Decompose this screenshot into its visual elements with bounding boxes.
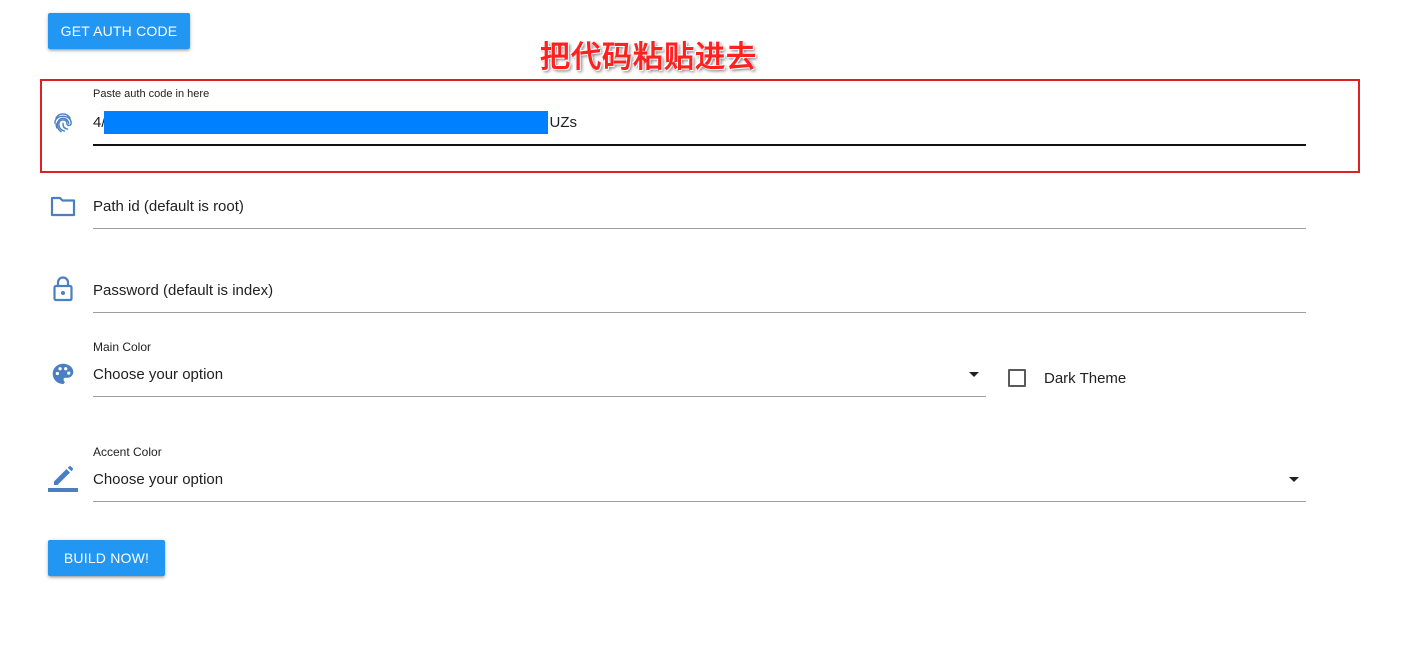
- pencil-icon: [48, 463, 78, 493]
- lock-icon: [48, 274, 78, 304]
- password-input[interactable]: Password (default is index): [93, 282, 273, 299]
- auth-code-label: Paste auth code in here: [93, 88, 210, 100]
- fingerprint-icon: [48, 108, 78, 138]
- dark-theme-label[interactable]: Dark Theme: [1044, 370, 1126, 387]
- main-color-label: Main Color: [93, 340, 152, 354]
- accent-color-selected: Choose your option: [93, 471, 224, 488]
- password-underline: [93, 312, 1306, 313]
- accent-color-select[interactable]: Choose your option: [93, 471, 1306, 495]
- palette-icon: [48, 359, 78, 389]
- folder-icon: [48, 191, 78, 221]
- main-color-selected: Choose your option: [93, 366, 224, 383]
- auth-code-underline: [93, 144, 1306, 146]
- main-color-select[interactable]: Choose your option: [93, 366, 986, 390]
- path-id-underline: [93, 228, 1306, 229]
- chevron-down-icon: [969, 372, 979, 377]
- accent-color-label: Accent Color: [93, 445, 162, 459]
- page: GET AUTH CODE 把代码粘贴进去 Paste auth code in…: [0, 0, 1414, 671]
- dark-theme-checkbox[interactable]: [1008, 369, 1026, 387]
- chevron-down-icon: [1289, 477, 1299, 482]
- main-color-underline: [93, 396, 986, 397]
- redacted-auth-code: [104, 111, 548, 134]
- accent-color-underline: [93, 501, 1306, 502]
- build-now-button[interactable]: BUILD NOW!: [48, 540, 165, 576]
- annotation-text: 把代码粘贴进去: [540, 40, 757, 75]
- path-id-input[interactable]: Path id (default is root): [93, 198, 244, 215]
- get-auth-code-button[interactable]: GET AUTH CODE: [48, 13, 190, 49]
- auth-code-value-suffix: UZs: [549, 114, 578, 131]
